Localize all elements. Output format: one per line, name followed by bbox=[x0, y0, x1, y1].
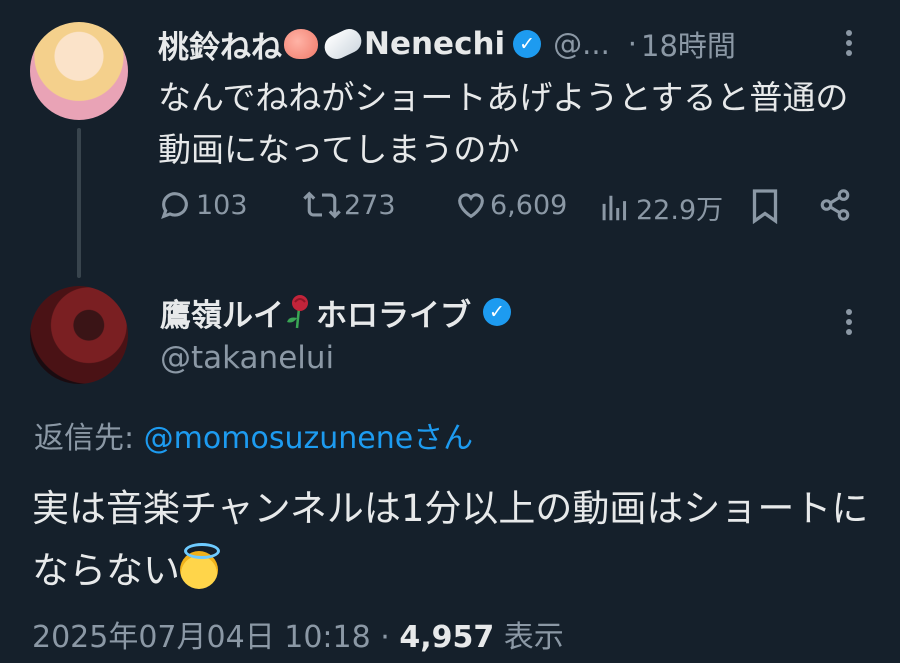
views-button[interactable]: 22.9万 bbox=[600, 188, 723, 227]
retweet-icon bbox=[303, 191, 341, 219]
verified-badge-icon[interactable]: ✓ bbox=[483, 298, 511, 326]
reply-label: 返信先: bbox=[34, 421, 135, 456]
tweet1-text: なんでねねがショートあげようとすると普通の動画になってしまうのか bbox=[158, 78, 849, 169]
tweet1-header: 桃鈴ねね Nenechi ✓ @... · 18時間 bbox=[158, 22, 736, 66]
meta-separator: · bbox=[380, 620, 390, 655]
tweet2-meta: 2025年07月04日 10:18 · 4,957 表示 bbox=[32, 612, 564, 656]
reply-target-suffix[interactable]: さん bbox=[413, 421, 473, 456]
views-count: 22.9万 bbox=[636, 195, 724, 226]
tweet2-views-label: 表示 bbox=[503, 620, 564, 655]
peach-emoji bbox=[284, 29, 318, 59]
tweet1-display-name-suffix[interactable]: Nenechi bbox=[364, 26, 505, 62]
tweet2-date[interactable]: 2025年07月04日 10:18 bbox=[32, 620, 371, 655]
retweet-count: 273 bbox=[344, 189, 396, 221]
reply-button[interactable]: 103 bbox=[158, 188, 248, 222]
tweet1-actions: 103 273 6,609 22.9万 bbox=[158, 188, 858, 232]
tweet1-separator: · bbox=[627, 27, 638, 61]
tweet2-text-body: 実は音楽チャンネルは1分以上の動画はショートにならない bbox=[32, 487, 869, 592]
reply-count: 103 bbox=[196, 189, 248, 221]
like-button[interactable]: 6,609 bbox=[454, 188, 567, 222]
reply-target-link[interactable]: @momosuzunene bbox=[144, 421, 414, 456]
tweet2-display-name[interactable]: 鷹嶺ルイ bbox=[160, 290, 284, 335]
tweet2-text: 実は音楽チャンネルは1分以上の動画はショートにならない bbox=[32, 478, 872, 602]
like-count: 6,609 bbox=[490, 189, 568, 221]
tweet2-display-name-suffix[interactable]: ホロライブ bbox=[316, 290, 471, 335]
tweet2-views-count: 4,957 bbox=[399, 620, 495, 655]
halo-emoji bbox=[180, 543, 220, 589]
reply-icon bbox=[161, 192, 188, 219]
views-icon bbox=[602, 195, 627, 220]
bookmark-button[interactable] bbox=[750, 188, 780, 224]
avatar-lui[interactable] bbox=[30, 286, 128, 384]
tweet2-header: 鷹嶺ルイ ホロライブ ✓ bbox=[160, 290, 511, 334]
cloud-emoji bbox=[320, 25, 366, 63]
tweet2-handle[interactable]: @takanelui bbox=[160, 340, 334, 376]
tweet2-more-icon[interactable] bbox=[846, 309, 856, 339]
thread-connector bbox=[77, 128, 81, 278]
bookmark-icon bbox=[752, 189, 778, 224]
retweet-button[interactable]: 273 bbox=[302, 188, 396, 222]
tweet1-handle[interactable]: @... bbox=[553, 27, 610, 61]
avatar-nene[interactable] bbox=[30, 22, 128, 120]
rose-emoji bbox=[287, 295, 308, 329]
verified-badge-icon[interactable]: ✓ bbox=[513, 30, 542, 58]
reply-to-line: 返信先: @momosuzuneneさん bbox=[34, 413, 473, 457]
tweet1-display-name[interactable]: 桃鈴ねね bbox=[158, 22, 282, 67]
like-icon bbox=[458, 193, 484, 219]
tweet1-time[interactable]: 18時間 bbox=[641, 23, 736, 65]
tweet1-more-icon[interactable] bbox=[846, 30, 856, 60]
share-button[interactable] bbox=[818, 188, 852, 222]
share-icon bbox=[820, 189, 850, 221]
